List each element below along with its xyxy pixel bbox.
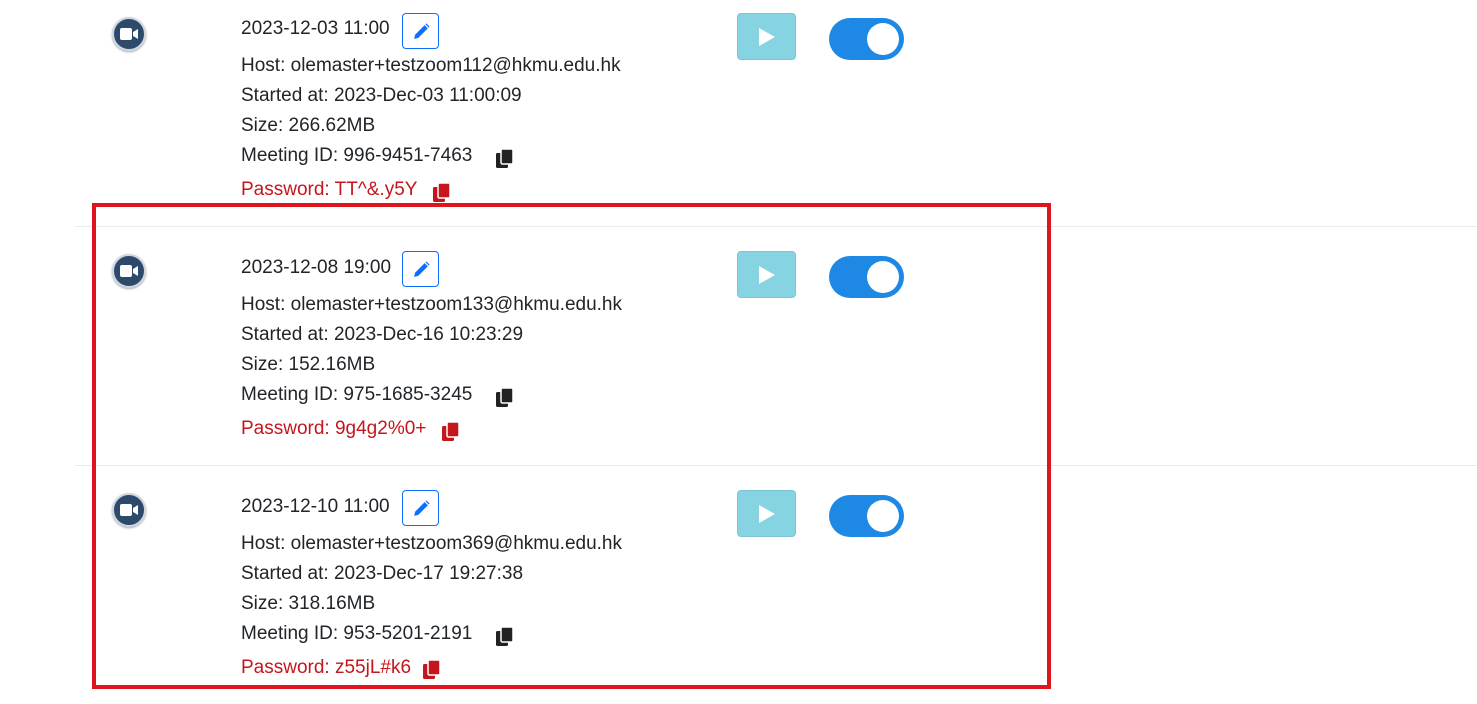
edit-button[interactable] bbox=[402, 13, 439, 49]
play-icon bbox=[759, 28, 775, 46]
password-text: Password: 9g4g2%0+ bbox=[241, 418, 427, 439]
edit-button[interactable] bbox=[402, 251, 439, 287]
row-divider bbox=[75, 465, 1477, 466]
play-icon bbox=[759, 266, 775, 284]
copy-icon[interactable] bbox=[495, 387, 515, 409]
recording-row: 2023-12-08 19:00 Host: olemaster+testzoo… bbox=[0, 226, 1477, 465]
recording-row: 2023-12-10 11:00 Host: olemaster+testzoo… bbox=[0, 465, 1477, 704]
password-text: Password: z55jL#k6 bbox=[241, 657, 412, 678]
copy-icon[interactable] bbox=[441, 421, 461, 443]
copy-icon[interactable] bbox=[422, 659, 442, 681]
zoom-camera-icon bbox=[112, 254, 146, 288]
pencil-icon bbox=[414, 500, 430, 516]
play-button[interactable] bbox=[737, 13, 796, 60]
recording-row: 2023-12-03 11:00 Host: olemaster+testzoo… bbox=[0, 0, 1477, 226]
meeting-date: 2023-12-08 19:00 bbox=[241, 257, 392, 278]
started-at-text: Started at: 2023-Dec-03 11:00:09 bbox=[241, 85, 522, 106]
host-text: Host: olemaster+testzoom133@hkmu.edu.hk bbox=[241, 294, 623, 315]
copy-icon[interactable] bbox=[495, 148, 515, 170]
pencil-icon bbox=[414, 261, 430, 277]
publish-toggle[interactable] bbox=[829, 18, 904, 60]
started-at-text: Started at: 2023-Dec-17 19:27:38 bbox=[241, 563, 524, 584]
meeting-id-text: Meeting ID: 975-1685-3245 bbox=[241, 384, 473, 405]
meeting-date: 2023-12-03 11:00 bbox=[241, 18, 390, 39]
edit-button[interactable] bbox=[402, 490, 439, 526]
publish-toggle[interactable] bbox=[829, 256, 904, 298]
host-text: Host: olemaster+testzoom369@hkmu.edu.hk bbox=[241, 533, 623, 554]
row-divider bbox=[75, 226, 1477, 227]
meeting-id-text: Meeting ID: 996-9451-7463 bbox=[241, 145, 473, 166]
play-icon bbox=[759, 505, 775, 523]
copy-icon[interactable] bbox=[432, 182, 452, 204]
host-text: Host: olemaster+testzoom112@hkmu.edu.hk bbox=[241, 55, 621, 76]
zoom-camera-icon bbox=[112, 493, 146, 527]
meeting-date: 2023-12-10 11:00 bbox=[241, 496, 390, 517]
started-at-text: Started at: 2023-Dec-16 10:23:29 bbox=[241, 324, 524, 345]
play-button[interactable] bbox=[737, 251, 796, 298]
size-text: Size: 318.16MB bbox=[241, 593, 376, 614]
size-text: Size: 152.16MB bbox=[241, 354, 376, 375]
publish-toggle[interactable] bbox=[829, 495, 904, 537]
copy-icon[interactable] bbox=[495, 626, 515, 648]
meeting-id-text: Meeting ID: 953-5201-2191 bbox=[241, 623, 473, 644]
zoom-camera-icon bbox=[112, 17, 146, 51]
pencil-icon bbox=[414, 23, 430, 39]
password-text: Password: TT^&.y5Y bbox=[241, 179, 418, 200]
toggle-knob bbox=[867, 500, 899, 532]
play-button[interactable] bbox=[737, 490, 796, 537]
size-text: Size: 266.62MB bbox=[241, 115, 376, 136]
toggle-knob bbox=[867, 261, 899, 293]
toggle-knob bbox=[867, 23, 899, 55]
